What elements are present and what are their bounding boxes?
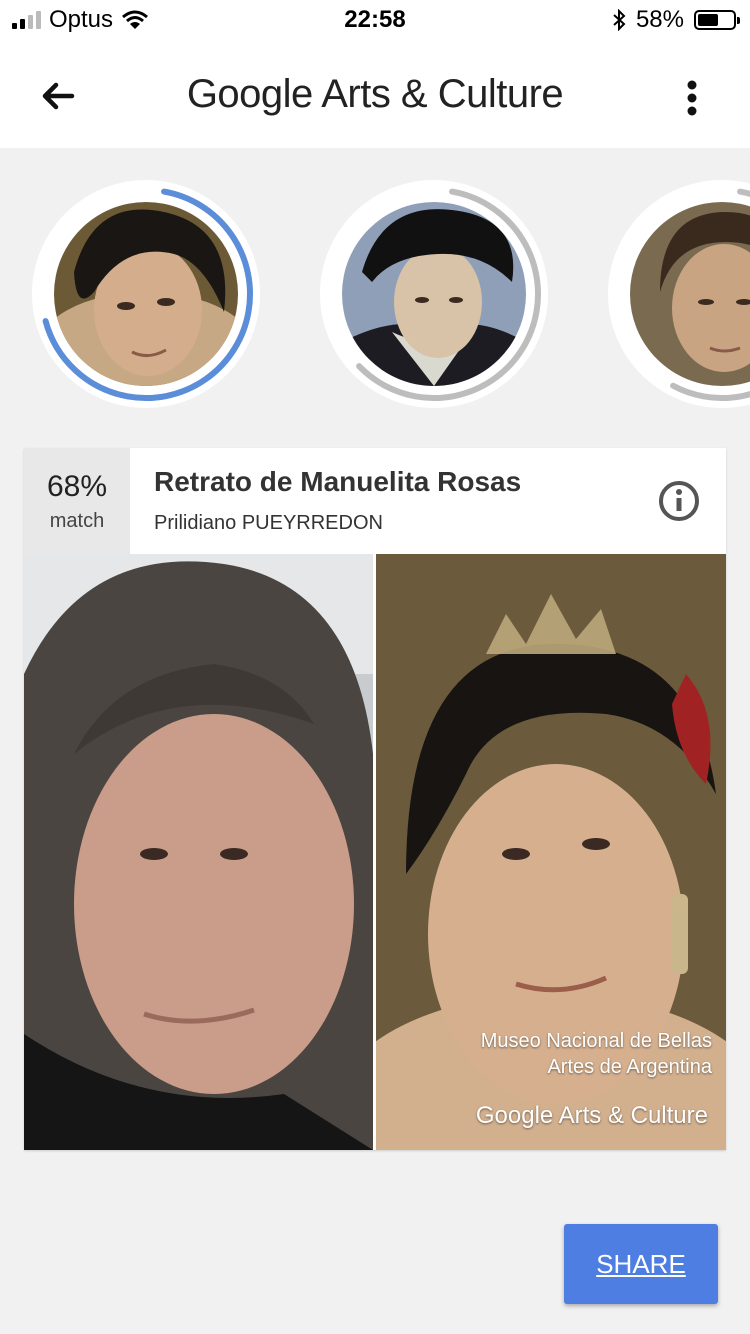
credit-brand-logo: Google Arts & Culture — [475, 1102, 708, 1129]
artwork-title: Retrato de Manuelita Rosas — [154, 466, 522, 497]
status-bar: Optus 22:58 58% — [0, 0, 750, 40]
match-label: match — [49, 510, 105, 532]
artist-name: Prilidiano PUEYRREDON — [154, 512, 383, 534]
carousel-item[interactable] — [608, 180, 750, 408]
portrait-thumbnail — [630, 202, 750, 386]
painting-photo: Museo Nacional de Bellas Artes de Argent… — [376, 554, 726, 1150]
logo-arts-culture: Arts & Culture — [321, 72, 564, 116]
match-percent: 68% — [46, 470, 108, 503]
museum-credit: Museo Nacional de Bellas Artes de Argent… — [481, 1028, 712, 1080]
museum-credit-line2: Artes de Argentina — [547, 1056, 712, 1078]
app-bar: Google Arts & Culture — [0, 40, 750, 148]
portrait-thumbnail — [342, 202, 526, 386]
app-logo: Google Arts & Culture — [0, 72, 750, 117]
share-button[interactable]: SHARE — [564, 1224, 718, 1304]
match-carousel[interactable] — [0, 180, 750, 420]
match-card[interactable]: 68% match Retrato de Manuelita Rosas Pri… — [24, 448, 726, 1150]
more-vert-icon[interactable] — [682, 80, 702, 116]
comparison-photos: Museo Nacional de Bellas Artes de Argent… — [24, 554, 726, 1150]
portrait-thumbnail — [54, 202, 238, 386]
logo-google: Google — [186, 72, 313, 116]
battery-percent: 58% — [635, 6, 684, 33]
carousel-item-selected[interactable] — [32, 180, 260, 408]
bluetooth-icon — [613, 9, 626, 31]
carousel-item[interactable] — [320, 180, 548, 408]
status-right: 58% — [612, 6, 740, 34]
info-icon[interactable] — [658, 480, 700, 522]
selfie-photo — [24, 554, 373, 1150]
museum-credit-line1: Museo Nacional de Bellas — [480, 1030, 712, 1052]
match-percent-box: 68% match — [24, 448, 130, 554]
battery-icon — [694, 10, 740, 30]
